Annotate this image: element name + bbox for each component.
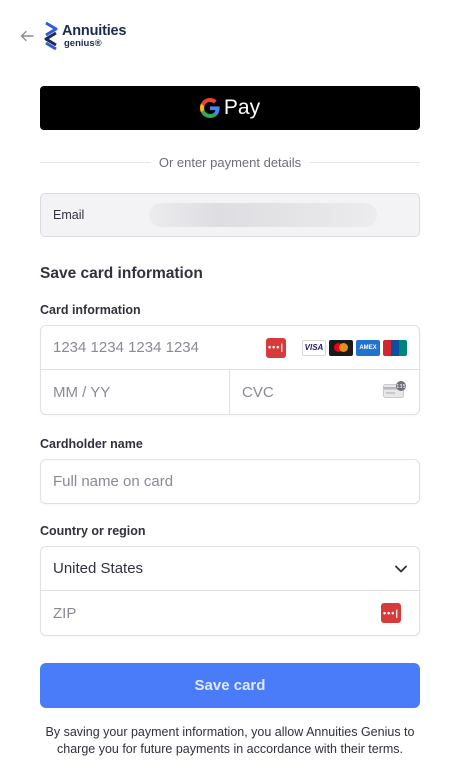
back-button[interactable] xyxy=(18,27,36,45)
divider-text: Or enter payment details xyxy=(158,154,302,170)
country-input-group: United States ZIP •••| xyxy=(40,546,420,636)
google-g-icon xyxy=(199,98,220,118)
cardholder-name-field[interactable]: Full name on card xyxy=(40,459,420,504)
amex-label: AMEX xyxy=(359,344,377,351)
logo-mark-icon xyxy=(44,21,58,51)
section-title: Save card information xyxy=(40,265,203,282)
annuities-genius-logo: Annuities genius® xyxy=(42,21,126,51)
save-card-button[interactable]: Save card xyxy=(40,663,420,708)
visa-icon: VISA xyxy=(302,339,326,356)
country-select[interactable]: United States xyxy=(41,547,419,591)
divider-line-right xyxy=(309,161,421,163)
password-manager-icon[interactable]: •••| xyxy=(381,603,401,623)
cardholder-name-label: Cardholder name xyxy=(40,437,143,451)
logo-title: Annuities xyxy=(62,22,127,39)
google-pay-label: Pay xyxy=(223,96,261,119)
email-label: Email xyxy=(53,208,85,222)
divider-line-left xyxy=(40,161,151,163)
payment-divider: Or enter payment details xyxy=(40,151,421,173)
unionpay-icon xyxy=(383,339,407,356)
visa-label: VISA xyxy=(304,343,324,352)
chevron-down-icon xyxy=(395,565,407,572)
password-manager-icon[interactable]: •••| xyxy=(266,337,286,358)
payment-form: Pay Or enter payment details Email Save … xyxy=(40,86,421,758)
expiry-field[interactable]: MM / YY xyxy=(41,370,230,414)
cvc-card-icon: 135 xyxy=(383,381,406,398)
card-number-field[interactable]: 1234 1234 1234 1234 •••| VISA AMEX xyxy=(41,326,419,370)
country-label: Country or region xyxy=(40,524,146,538)
google-pay-button[interactable]: Pay xyxy=(40,86,420,130)
save-card-label: Save card xyxy=(194,677,266,694)
email-value-redacted xyxy=(149,203,377,227)
card-input-group: 1234 1234 1234 1234 •••| VISA AMEX MM / … xyxy=(40,325,420,415)
terms-text: By saving your payment information, you … xyxy=(45,725,415,756)
card-brands: VISA AMEX xyxy=(302,339,407,356)
amex-icon: AMEX xyxy=(356,339,380,356)
zip-field[interactable]: ZIP •••| xyxy=(41,591,419,635)
mastercard-icon xyxy=(329,339,353,356)
country-value: United States xyxy=(53,560,144,577)
logo-subtitle: genius® xyxy=(64,38,102,49)
svg-text:135: 135 xyxy=(396,384,406,390)
expiry-placeholder: MM / YY xyxy=(53,383,111,401)
email-field[interactable]: Email xyxy=(40,193,420,237)
arrow-left-icon xyxy=(20,30,34,42)
card-number-placeholder: 1234 1234 1234 1234 xyxy=(53,339,199,356)
cardholder-name-placeholder: Full name on card xyxy=(53,473,174,490)
header: Annuities genius® xyxy=(18,18,126,54)
cvc-field[interactable]: CVC 135 xyxy=(230,370,419,414)
cvc-placeholder: CVC xyxy=(242,383,274,401)
zip-placeholder: ZIP xyxy=(53,604,77,622)
card-information-label: Card information xyxy=(40,303,141,317)
